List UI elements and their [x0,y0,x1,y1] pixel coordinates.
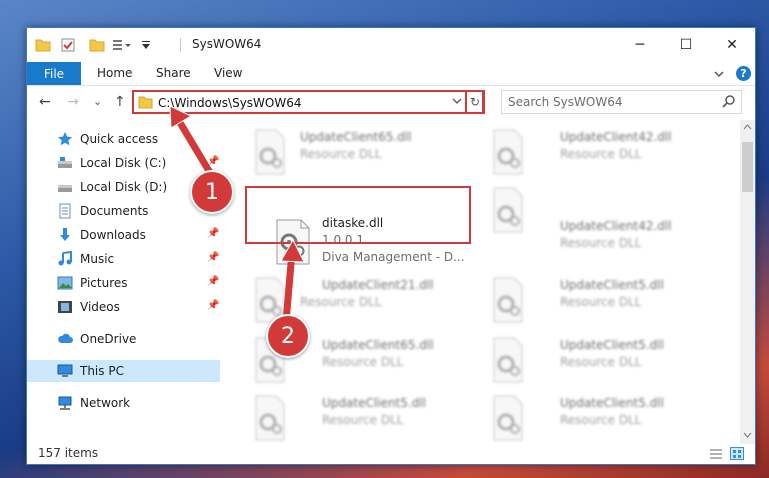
arrow-2 [280,238,305,326]
annotation-overlay [169,105,305,326]
step-1-badge: 1 [190,170,234,214]
arrow-1 [169,105,216,180]
step-2-badge: 2 [266,314,310,358]
